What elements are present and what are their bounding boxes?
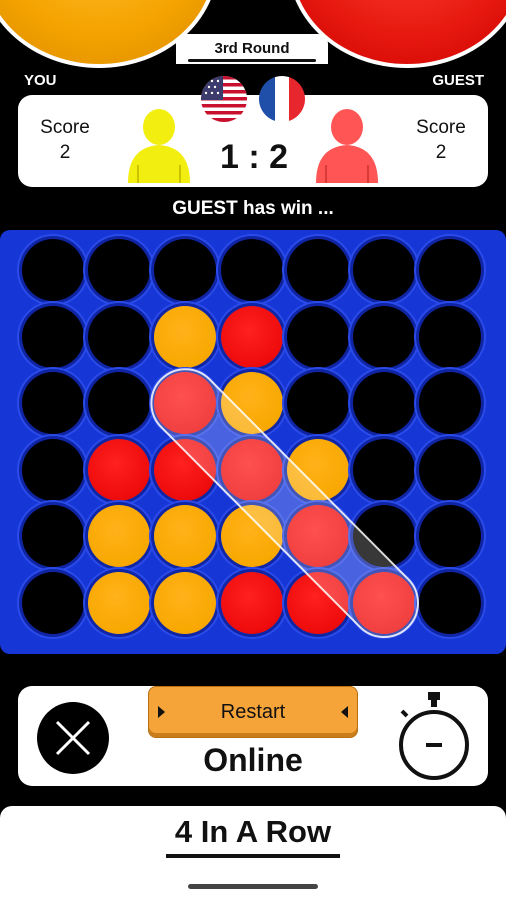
- round-underline: [188, 59, 316, 62]
- right-score-value: 2: [435, 142, 447, 163]
- match-score: 1 : 2: [219, 138, 289, 176]
- arrow-left-icon: [341, 706, 348, 718]
- winning-line-band: [150, 368, 419, 638]
- game-status: GUEST has win ...: [172, 198, 334, 219]
- player-left-name: YOU: [24, 72, 57, 89]
- left-score-value: 2: [59, 142, 71, 163]
- restart-button[interactable]: Restart: [148, 686, 358, 738]
- left-score: Score 2: [30, 115, 100, 165]
- home-indicator[interactable]: [188, 884, 318, 889]
- usa-flag-icon: [201, 76, 247, 122]
- game-mode-label: Online: [203, 742, 303, 778]
- arrow-right-icon: [158, 706, 165, 718]
- game-board[interactable]: [0, 230, 506, 654]
- stopwatch-icon[interactable]: [393, 690, 475, 782]
- red-player-icon: [316, 109, 378, 183]
- right-score: Score 2: [406, 115, 476, 165]
- player-right-name: GUEST: [432, 72, 484, 89]
- close-icon: [55, 720, 91, 756]
- close-button[interactable]: [37, 702, 109, 774]
- right-score-label: Score: [416, 117, 466, 138]
- round-indicator: 3rd Round: [176, 34, 328, 64]
- france-flag-icon: [259, 76, 305, 122]
- yellow-player-icon: [128, 109, 190, 183]
- app-title-underline: [166, 854, 340, 858]
- left-score-label: Score: [40, 117, 90, 138]
- winning-line-highlight: [150, 368, 419, 638]
- restart-label: Restart: [220, 701, 286, 723]
- app-title: 4 In A Row: [174, 814, 332, 849]
